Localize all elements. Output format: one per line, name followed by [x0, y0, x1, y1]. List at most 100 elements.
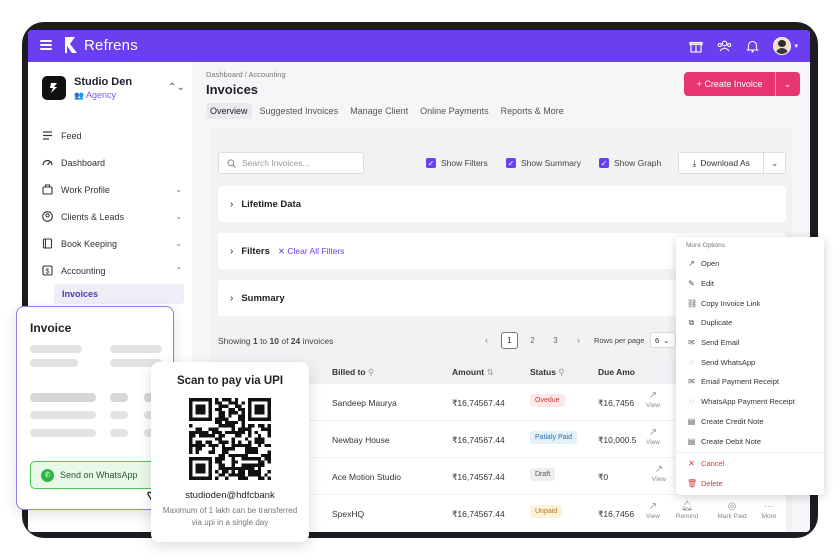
accounting-icon: $: [42, 265, 53, 276]
page-1[interactable]: 1: [501, 332, 518, 349]
menu-item-send-whatsapp[interactable]: ◌ Send WhatsApp: [676, 352, 824, 372]
checkbox-checked-icon[interactable]: ✓: [506, 158, 516, 168]
send-on-whatsapp-button[interactable]: ✆ Send on WhatsApp: [30, 461, 162, 489]
show-filters-toggle[interactable]: ✓ Show Filters: [426, 158, 488, 168]
show-graph-toggle[interactable]: ✓ Show Graph: [599, 158, 661, 168]
org-switcher[interactable]: Studio Den 👥 Agency: [42, 76, 132, 100]
tab-overview[interactable]: Overview: [206, 103, 252, 119]
search-icon: ⚲: [558, 367, 565, 377]
bell-icon: 🔔︎: [680, 501, 694, 512]
avatar[interactable]: [773, 37, 792, 55]
external-link-icon: ↗: [654, 464, 664, 475]
lifetime-data-label: Lifetime Data: [241, 198, 301, 210]
page-3[interactable]: 3: [547, 332, 564, 349]
sidebar-item-label: Accounting: [61, 265, 106, 276]
download-button[interactable]: ⤓ Download As ⌄: [678, 152, 786, 174]
menu-item-whatsapp-receipt[interactable]: ◌ WhatsApp Payment Receipt: [676, 392, 824, 412]
col-due-amount[interactable]: Due Amo: [598, 367, 635, 377]
checkbox-checked-icon[interactable]: ✓: [426, 158, 436, 168]
sidebar-item-clients-leads[interactable]: Clients & Leads ⌄: [42, 203, 184, 230]
tab-online-payments[interactable]: Online Payments: [416, 103, 493, 119]
view-action[interactable]: ↗ View: [638, 501, 668, 520]
search-icon: ⚲: [367, 367, 375, 377]
show-summary-toggle[interactable]: ✓ Show Summary: [506, 158, 581, 168]
skeleton-line: [30, 345, 82, 353]
download-main[interactable]: ⤓ Download As: [679, 153, 763, 173]
next-page-icon[interactable]: ›: [570, 332, 587, 349]
rows-per-page-select[interactable]: 6 ⌄: [650, 332, 676, 348]
chevron-down-icon[interactable]: ▾: [794, 42, 798, 50]
qr-code-icon[interactable]: [189, 398, 271, 480]
link-icon: ⛓: [687, 298, 698, 308]
gift-icon[interactable]: [689, 39, 704, 53]
lifetime-data-accordion[interactable]: › Lifetime Data: [218, 186, 786, 222]
whatsapp-icon: ✆: [41, 468, 54, 482]
menu-item-send-email[interactable]: ✉ Send Email: [676, 333, 824, 353]
skeleton-line: [110, 429, 128, 437]
view-action[interactable]: ↗ View: [638, 390, 668, 409]
chevron-down-icon[interactable]: ⌄: [763, 153, 785, 173]
sidebar-item-work-profile[interactable]: Work Profile ⌄: [42, 176, 184, 203]
more-action[interactable]: ··· More: [754, 501, 784, 520]
whatsapp-button-label: Send on WhatsApp: [60, 470, 138, 480]
top-actions: ▾: [689, 37, 798, 55]
menu-item-credit-note[interactable]: ▤ Create Credit Note: [676, 412, 824, 432]
filters-label: Filters: [241, 245, 270, 257]
tabs: Overview Suggested Invoices Manage Clien…: [206, 103, 572, 119]
menu-item-delete[interactable]: 🗑︎ Delete: [676, 474, 824, 494]
sidebar-item-accounting[interactable]: $ Accounting ⌃: [42, 257, 184, 284]
create-invoice-label[interactable]: + Create Invoice: [684, 72, 775, 96]
mark-paid-action[interactable]: ◎ Mark Paid: [712, 501, 752, 520]
menu-item-email-receipt[interactable]: ✉ Email Payment Receipt: [676, 372, 824, 392]
whatsapp-icon: ◌: [689, 357, 694, 367]
sidebar-item-invoices[interactable]: Invoices: [54, 284, 184, 304]
brand-logo[interactable]: Refrens: [64, 36, 138, 54]
external-link-icon: ↗: [648, 390, 658, 401]
briefcase-icon: [42, 184, 53, 195]
chevron-down-icon: ⌄: [663, 335, 670, 345]
menu-item-cancel[interactable]: ✕ Cancel: [676, 454, 824, 474]
search-input[interactable]: [242, 158, 352, 168]
tab-reports-more[interactable]: Reports & More: [497, 103, 568, 119]
skeleton-line: [110, 411, 128, 419]
menu-item-duplicate[interactable]: ⧉ Duplicate: [676, 313, 824, 333]
skeleton-line: [30, 359, 78, 367]
view-action[interactable]: ↗ View: [644, 464, 674, 483]
amount-cell: ₹16,74567.44: [452, 472, 505, 482]
sidebar-nav: Feed Dashboard Work Profile ⌄ Clients & …: [42, 122, 184, 304]
view-action[interactable]: ↗ View: [638, 427, 668, 446]
skeleton-line: [30, 411, 96, 419]
tab-manage-client[interactable]: Manage Client: [346, 103, 412, 119]
tab-suggested-invoices[interactable]: Suggested Invoices: [256, 103, 343, 119]
sidebar-item-dashboard[interactable]: Dashboard: [42, 149, 184, 176]
org-switch-chevron-icon[interactable]: ⌃⌄: [168, 82, 185, 93]
menu-icon[interactable]: [40, 40, 52, 50]
menu-item-copy-link[interactable]: ⛓ Copy Invoice Link: [676, 293, 824, 313]
chevron-right-icon: ›: [230, 245, 234, 257]
showing-count: Showing 1 to 10 of 24 invoices: [218, 336, 334, 346]
amount-cell: ₹16,74567.44: [452, 435, 505, 445]
create-invoice-button[interactable]: + Create Invoice ⌄: [684, 72, 800, 96]
checkbox-checked-icon[interactable]: ✓: [599, 158, 609, 168]
search-box[interactable]: [218, 152, 364, 174]
billed-to-cell: Ace Motion Studio: [332, 472, 401, 482]
billed-to-cell: Sandeep Maurya: [332, 398, 397, 408]
col-billed-to[interactable]: Billed to ⚲: [332, 367, 374, 378]
sidebar-item-book-keeping[interactable]: Book Keeping ⌄: [42, 230, 184, 257]
col-amount[interactable]: Amount ⇅: [452, 367, 494, 378]
menu-item-open[interactable]: ↗ Open: [676, 254, 824, 274]
chevron-down-icon[interactable]: ⌄: [775, 72, 799, 96]
chevron-up-icon: ⌃: [175, 266, 182, 275]
prev-page-icon[interactable]: ‹: [478, 332, 495, 349]
sidebar-item-feed[interactable]: Feed: [42, 122, 184, 149]
breadcrumb[interactable]: Dashboard / Accounting: [206, 70, 286, 79]
menu-item-edit[interactable]: ✎ Edit: [676, 274, 824, 294]
clear-all-filters-link[interactable]: ✕ Clear All Filters: [278, 246, 345, 257]
sidebar-item-label: Book Keeping: [61, 238, 118, 249]
menu-item-debit-note[interactable]: ▤ Create Debit Note: [676, 431, 824, 451]
col-status[interactable]: Status ⚲: [530, 367, 565, 378]
team-icon[interactable]: [717, 39, 732, 53]
remind-action[interactable]: 🔔︎ Remind: [672, 501, 702, 520]
page-2[interactable]: 2: [524, 332, 541, 349]
bell-icon[interactable]: [746, 39, 760, 53]
